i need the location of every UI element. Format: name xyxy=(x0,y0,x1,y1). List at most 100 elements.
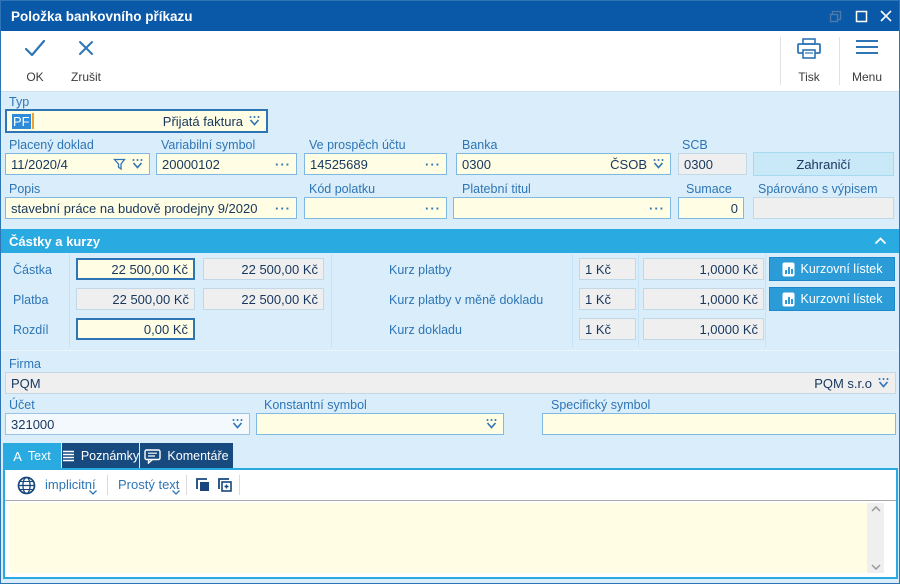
castka-field-1[interactable]: 22 500,00 Kč xyxy=(76,258,195,280)
cancel-button[interactable]: Zrušit xyxy=(61,36,111,86)
grid-separator xyxy=(765,254,766,347)
firma-field[interactable]: PQM PQM s.r.o xyxy=(5,372,896,394)
specificky-symbol-label: Specifický symbol xyxy=(551,398,650,412)
kurz-platby-rate-value: 1,0000 Kč xyxy=(699,262,758,277)
filter-icon[interactable] xyxy=(113,158,126,171)
panel-separator xyxy=(239,475,240,495)
text-content-area[interactable] xyxy=(9,503,867,573)
dropdown-icon[interactable] xyxy=(131,158,144,170)
castka-value-2: 22 500,00 Kč xyxy=(241,262,318,277)
section-divider xyxy=(1,350,900,351)
ucet-label: Účet xyxy=(9,398,35,412)
kurz-platby-mena-rate: 1,0000 Kč xyxy=(643,288,764,310)
tab-poznamky[interactable]: Poznámky xyxy=(62,443,139,469)
tab-text[interactable]: A Text xyxy=(3,443,61,469)
cancel-label: Zrušit xyxy=(71,70,101,84)
copy-add-icon[interactable] xyxy=(216,476,233,493)
chevron-down-icon[interactable] xyxy=(89,490,97,495)
close-icon[interactable] xyxy=(872,1,900,31)
typ-field[interactable]: PF Přijatá faktura xyxy=(5,109,268,133)
kurz-platby-mena-rate-value: 1,0000 Kč xyxy=(699,292,758,307)
popis-field[interactable]: stavební práce na budově prodejny 9/2020… xyxy=(5,197,297,219)
firma-selected: PQM s.r.o xyxy=(814,376,872,391)
zahranici-button[interactable]: Zahraničí xyxy=(753,152,894,176)
printer-icon xyxy=(796,38,822,60)
ellipsis-icon[interactable]: ··· xyxy=(649,201,665,216)
tab-komentare-label: Komentáře xyxy=(167,449,228,463)
ellipsis-icon[interactable]: ··· xyxy=(275,157,291,172)
kurz-dokladu-unit-value: 1 Kč xyxy=(585,322,611,337)
ve-prospech-uctu-value: 14525689 xyxy=(310,157,421,172)
ucet-field[interactable]: 321000 xyxy=(5,413,250,435)
grid-separator xyxy=(572,254,573,347)
dropdown-icon[interactable] xyxy=(485,418,498,430)
dropdown-icon[interactable] xyxy=(877,377,890,389)
typ-value: Přijatá faktura xyxy=(163,114,243,129)
menu-button[interactable]: Menu xyxy=(844,36,890,86)
konstantni-symbol-field[interactable] xyxy=(256,413,504,435)
exchange-rate-chart-icon xyxy=(782,292,795,307)
ve-prospech-uctu-field[interactable]: 14525689 ··· xyxy=(304,153,447,175)
tab-poznamky-label: Poznámky xyxy=(81,449,139,463)
platba-field-2: 22 500,00 Kč xyxy=(203,288,324,310)
tab-komentare[interactable]: Komentáře xyxy=(140,443,233,469)
platebni-titul-field[interactable]: ··· xyxy=(453,197,671,219)
collapse-chevron-up-icon[interactable] xyxy=(874,237,887,245)
main-toolbar xyxy=(1,31,899,92)
notes-lines-icon xyxy=(62,450,75,462)
language-selector[interactable]: implicitní xyxy=(45,477,96,492)
panel-separator xyxy=(186,475,187,495)
kurzovni-listek-label: Kurzovní lístek xyxy=(801,262,883,276)
kurzovni-listek-button[interactable]: Kurzovní lístek xyxy=(769,257,895,281)
cancel-x-icon xyxy=(76,38,96,58)
placeny-doklad-label: Placený doklad xyxy=(9,138,94,152)
banka-name: ČSOB xyxy=(610,157,647,172)
konstantni-symbol-label: Konstantní symbol xyxy=(264,398,367,412)
kurz-platby-mena-label: Kurz platby v měně dokladu xyxy=(389,293,543,307)
chevron-down-icon[interactable] xyxy=(172,490,180,495)
ellipsis-icon[interactable]: ··· xyxy=(425,157,441,172)
ok-button[interactable]: OK xyxy=(13,36,57,86)
variabilni-symbol-field[interactable]: 20000102 ··· xyxy=(156,153,297,175)
scroll-up-icon[interactable] xyxy=(871,506,881,512)
toolbar-divider xyxy=(5,500,896,501)
firma-label: Firma xyxy=(9,357,41,371)
typ-code: PF xyxy=(12,114,31,129)
globe-language-icon[interactable] xyxy=(17,476,36,495)
print-button[interactable]: Tisk xyxy=(787,36,831,86)
kurz-platby-label: Kurz platby xyxy=(389,263,452,277)
ok-label: OK xyxy=(26,70,43,84)
placeny-doklad-field[interactable]: 11/2020/4 xyxy=(5,153,150,175)
banka-field[interactable]: 0300 ČSOB xyxy=(456,153,671,175)
castka-label: Částka xyxy=(13,263,52,277)
toolbar-separator xyxy=(839,37,840,85)
copy-icon[interactable] xyxy=(194,476,211,493)
format-selector[interactable]: Prostý text xyxy=(118,477,179,492)
platba-value-2: 22 500,00 Kč xyxy=(241,292,318,307)
specificky-symbol-field[interactable] xyxy=(542,413,896,435)
rozdil-field[interactable]: 0,00 Kč xyxy=(76,318,195,340)
text-caret xyxy=(32,113,34,129)
sparovano-label: Spárováno s výpisem xyxy=(758,182,878,196)
ellipsis-icon[interactable]: ··· xyxy=(425,201,441,216)
restore-window-icon[interactable] xyxy=(821,1,849,31)
typ-label: Typ xyxy=(9,95,29,109)
ellipsis-icon[interactable]: ··· xyxy=(275,201,291,216)
panel-separator xyxy=(107,475,108,495)
dropdown-icon[interactable] xyxy=(652,158,665,170)
platba-label: Platba xyxy=(13,293,48,307)
platebni-titul-label: Platební titul xyxy=(462,182,531,196)
sumace-field[interactable]: 0 xyxy=(678,197,744,219)
popis-value: stavební práce na budově prodejny 9/2020 xyxy=(11,201,271,216)
scroll-down-icon[interactable] xyxy=(871,564,881,570)
scb-label: SCB xyxy=(682,138,708,152)
dropdown-icon[interactable] xyxy=(248,115,261,127)
kod-polatku-field[interactable]: ··· xyxy=(304,197,447,219)
dropdown-icon[interactable] xyxy=(231,418,244,430)
kurzovni-listek-button[interactable]: Kurzovní lístek xyxy=(769,287,895,311)
vertical-scrollbar[interactable] xyxy=(867,503,884,573)
dialog-window: Položka bankovního příkazu OK Zrušit Tis… xyxy=(0,0,900,584)
grid-separator xyxy=(331,254,332,347)
maximize-icon[interactable] xyxy=(847,1,875,31)
kurz-platby-unit: 1 Kč xyxy=(579,258,636,280)
